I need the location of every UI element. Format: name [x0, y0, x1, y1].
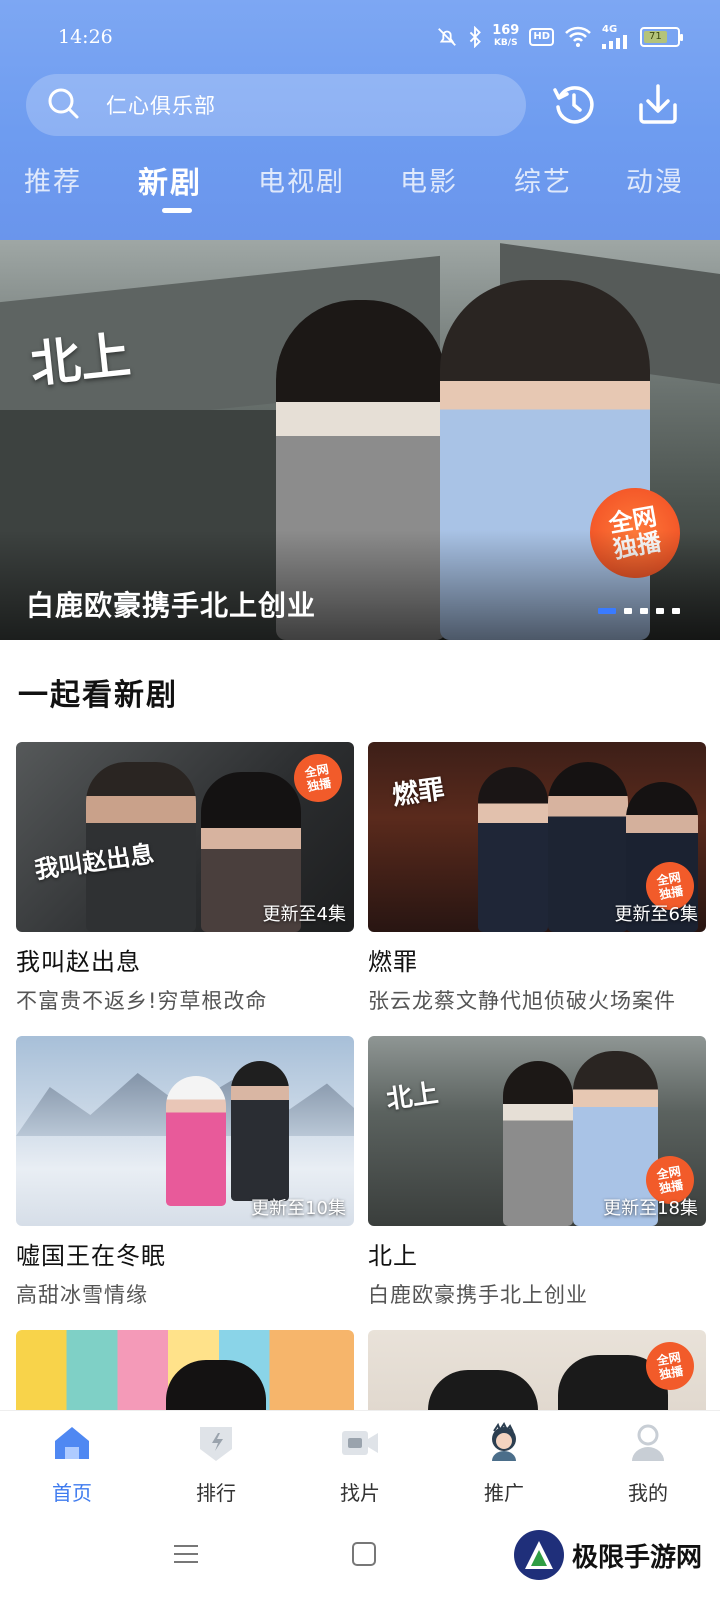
- tab-variety[interactable]: 综艺: [514, 160, 572, 199]
- nav-label: 排行: [196, 1481, 236, 1505]
- drama-subtitle: 高甜冰雪情缘: [16, 1283, 148, 1307]
- search-bar[interactable]: 仁心俱乐部: [26, 74, 526, 136]
- status-bar: 14:26 169 KB/S HD 4G 71: [0, 0, 720, 76]
- search-input[interactable]: 仁心俱乐部: [106, 90, 216, 120]
- drama-subtitle: 不富贵不返乡!穷草根改命: [16, 989, 268, 1013]
- nav-promotion[interactable]: 推广: [454, 1421, 554, 1506]
- tab-movies[interactable]: 电影: [400, 160, 458, 199]
- watermark: 极限手游网: [513, 1530, 702, 1580]
- ranking-icon: [194, 1421, 238, 1469]
- hd-indicator: HD: [529, 28, 554, 46]
- nav-label: 首页: [52, 1481, 92, 1505]
- mute-bell-icon: [436, 26, 458, 48]
- drama-title: 嘘国王在冬眠: [16, 1242, 166, 1270]
- nav-find-video[interactable]: 找片: [310, 1421, 410, 1506]
- episode-count: 更新至10集: [251, 1198, 346, 1219]
- drama-title: 燃罪: [368, 948, 418, 976]
- drama-thumbnail: 北上 全网 独播 更新至18集: [368, 1036, 706, 1226]
- home-square-icon[interactable]: [350, 1540, 378, 1572]
- nav-label: 我的: [628, 1481, 668, 1505]
- history-icon: [551, 81, 597, 131]
- drama-card[interactable]: 我叫赵出息 全网 独播 更新至4集 我叫赵出息 不富贵不返乡!穷草根改命: [16, 742, 354, 1015]
- drama-thumbnail: 燃罪 全网 独播 更新至6集: [368, 742, 706, 932]
- network-speed: 169 KB/S: [492, 23, 520, 48]
- download-icon: [635, 81, 681, 131]
- video-camera-icon: [338, 1421, 382, 1469]
- banner-show-logo: 北上: [27, 324, 134, 395]
- menu-icon[interactable]: [172, 1540, 200, 1572]
- nav-ranking[interactable]: 排行: [166, 1421, 266, 1506]
- hero-banner[interactable]: 北上 全网 独播 白鹿欧豪携手北上创业: [0, 240, 720, 640]
- bottom-navigation: 首页 排行 找片 推广 我的: [0, 1410, 720, 1510]
- watermark-text: 极限手游网: [571, 1542, 702, 1573]
- history-button[interactable]: [550, 82, 598, 130]
- episode-count: 更新至6集: [614, 904, 698, 925]
- cellular-signal-icon: 4G: [602, 25, 630, 49]
- drama-title: 我叫赵出息: [16, 948, 141, 976]
- carousel-dot: [672, 608, 680, 614]
- promo-avatar-icon: [482, 1421, 526, 1469]
- drama-subtitle: 白鹿欧豪携手北上创业: [368, 1283, 588, 1307]
- show-logo: 北上: [384, 1078, 441, 1116]
- tab-anime[interactable]: 动漫: [626, 160, 684, 199]
- drama-card[interactable]: 北上 全网 独播 更新至18集 北上 白鹿欧豪携手北上创业: [368, 1036, 706, 1309]
- nav-label: 推广: [484, 1481, 524, 1505]
- drama-card[interactable]: 燃罪 全网 独播 更新至6集 燃罪 张云龙蔡文静代旭侦破火场案件: [368, 742, 706, 1015]
- drama-title: 北上: [368, 1242, 418, 1270]
- tab-new-drama[interactable]: 新剧: [138, 158, 202, 202]
- drama-subtitle: 张云龙蔡文静代旭侦破火场案件: [368, 989, 676, 1013]
- episode-count: 更新至18集: [603, 1198, 698, 1219]
- carousel-dot: [598, 608, 616, 614]
- status-icons: 169 KB/S HD 4G 71: [436, 23, 683, 50]
- tab-recommend[interactable]: 推荐: [24, 160, 82, 199]
- active-tab-indicator: [162, 208, 192, 213]
- category-tabs: 推荐 新剧 电视剧 电影 综艺 动漫: [0, 160, 720, 220]
- tab-tv-series[interactable]: 电视剧: [258, 160, 345, 199]
- battery-level: 71: [644, 31, 667, 43]
- banner-caption: 白鹿欧豪携手北上创业: [26, 589, 317, 622]
- nav-profile[interactable]: 我的: [598, 1421, 698, 1506]
- carousel-indicator: [598, 608, 680, 614]
- nav-label: 找片: [340, 1481, 380, 1505]
- header: 14:26 169 KB/S HD 4G 71 仁心俱乐部 推荐 新剧 电视剧 …: [0, 0, 720, 240]
- section-title: 一起看新剧: [18, 678, 178, 713]
- status-time: 14:26: [58, 26, 113, 48]
- watermark-logo-icon: [513, 1530, 564, 1580]
- home-icon: [50, 1421, 94, 1469]
- drama-card[interactable]: 更新至10集 嘘国王在冬眠 高甜冰雪情缘: [16, 1036, 354, 1309]
- nav-home[interactable]: 首页: [22, 1421, 122, 1506]
- carousel-dot: [640, 608, 648, 614]
- wifi-icon: [564, 26, 592, 48]
- bluetooth-icon: [468, 26, 482, 48]
- search-icon: [46, 86, 80, 124]
- show-logo: 燃罪: [390, 774, 447, 812]
- carousel-dot: [624, 608, 632, 614]
- download-button[interactable]: [634, 82, 682, 130]
- drama-thumbnail: 更新至10集: [16, 1036, 354, 1226]
- battery-icon: 71: [640, 27, 683, 47]
- episode-count: 更新至4集: [262, 904, 346, 925]
- user-icon: [626, 1421, 670, 1469]
- carousel-dot: [656, 608, 664, 614]
- drama-thumbnail: 我叫赵出息 全网 独播 更新至4集: [16, 742, 354, 932]
